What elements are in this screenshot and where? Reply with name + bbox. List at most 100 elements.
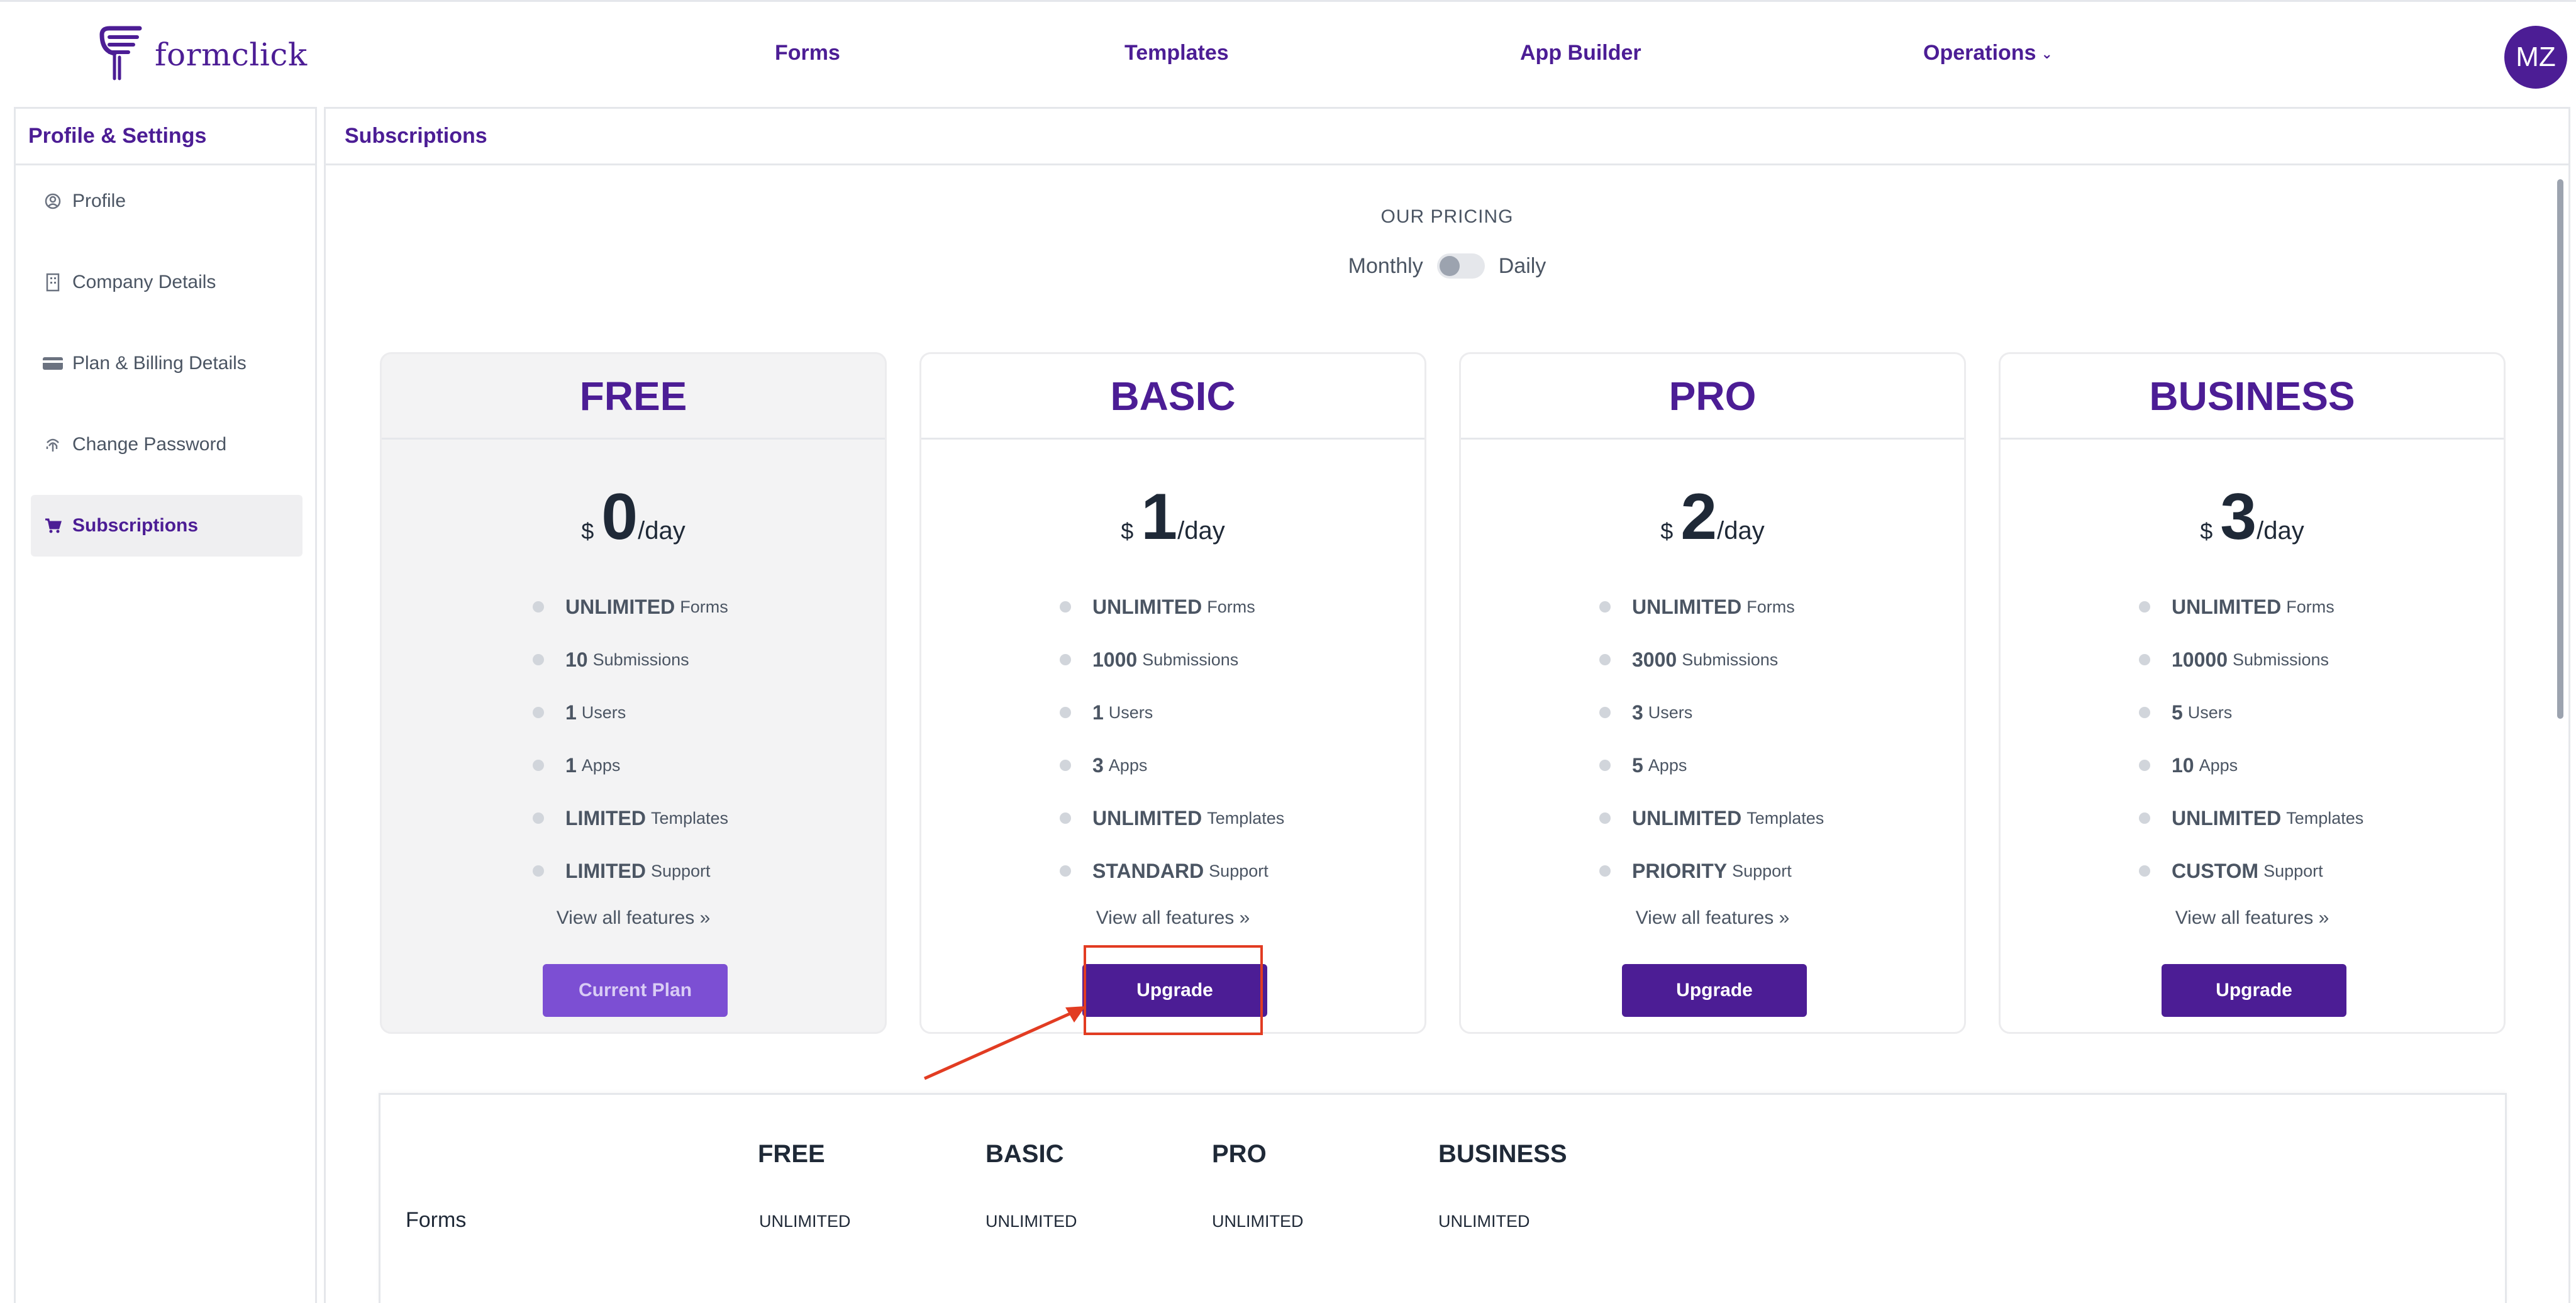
feature-value: 10	[565, 648, 588, 671]
feature-item: UNLIMITED Forms	[1599, 580, 1926, 633]
feature-label: Forms	[680, 597, 728, 616]
nav-forms[interactable]: Forms	[775, 41, 840, 65]
feature-label: Submissions	[2232, 650, 2329, 669]
feature-value: 1000	[1092, 648, 1138, 671]
plan-card-basic: BASIC $ 1 /day UNLIMITED Forms 1000 Submis…	[919, 352, 1426, 1034]
feature-list: UNLIMITED Forms 3000 Submissions 3 Users 5A…	[1599, 580, 1926, 897]
feature-label: Forms	[1746, 597, 1795, 616]
feature-item: UNLIMITED Templates	[1060, 792, 1387, 845]
cart-icon	[42, 515, 64, 536]
comparison-column-business: BUSINESS	[1438, 1140, 1567, 1168]
feature-item: UNLIMITED Forms	[533, 580, 860, 633]
plan-name: BUSINESS	[2001, 354, 2504, 440]
feature-value: LIMITED	[565, 806, 646, 829]
current-plan-button[interactable]: Current Plan	[543, 964, 728, 1017]
view-all-features-link[interactable]: View all features »	[382, 907, 885, 929]
bullet-dot	[1060, 707, 1071, 718]
feature-label: Users	[1648, 702, 1693, 722]
nav-operations[interactable]: Operations ⌄	[1923, 41, 2053, 65]
sidebar-item-plan-billing[interactable]: Plan & Billing Details	[31, 333, 303, 394]
comparison-column-pro: PRO	[1212, 1140, 1267, 1168]
feature-item: 5 Users	[2139, 686, 2466, 739]
bullet-dot	[1599, 865, 1611, 877]
bullet-dot	[533, 812, 544, 824]
bullet-dot	[1060, 760, 1071, 771]
view-all-features-link[interactable]: View all features »	[2001, 907, 2504, 929]
upgrade-pro-button[interactable]: Upgrade	[1622, 964, 1807, 1017]
annotation-highlight-box	[1084, 945, 1263, 1035]
plan-name: FREE	[382, 354, 885, 440]
feature-value: UNLIMITED	[2172, 806, 2282, 829]
feature-item: UNLIMITED Templates	[2139, 792, 2466, 845]
feature-item: 1 Users	[533, 686, 860, 739]
currency-symbol: $	[1660, 518, 1674, 544]
feature-value: 10	[2172, 753, 2194, 777]
feature-item: 10 Apps	[2139, 739, 2466, 792]
feature-item: UNLIMITED Forms	[1060, 580, 1387, 633]
feature-value: UNLIMITED	[1632, 806, 1742, 829]
bullet-dot	[533, 760, 544, 771]
plan-name: BASIC	[921, 354, 1424, 440]
bullet-dot	[533, 865, 544, 877]
view-all-features-link[interactable]: View all features »	[921, 907, 1424, 929]
toggle-label-daily[interactable]: Daily	[1499, 254, 1546, 279]
bullet-dot	[2139, 654, 2150, 665]
user-avatar[interactable]: MZ	[2504, 26, 2567, 89]
feature-item: 1 Apps	[533, 739, 860, 792]
brand-logo[interactable]: formclick	[96, 26, 308, 84]
feature-item: UNLIMITED Forms	[2139, 580, 2466, 633]
feature-value: UNLIMITED	[2172, 595, 2282, 618]
feature-value: 10000	[2172, 648, 2228, 671]
billing-period-toggle[interactable]	[1436, 253, 1485, 279]
bullet-dot	[533, 601, 544, 613]
sidebar-item-company-details[interactable]: Company Details	[31, 252, 303, 313]
feature-label: Forms	[2286, 597, 2334, 616]
feature-value: PRIORITY	[1632, 859, 1728, 882]
bullet-dot	[1060, 812, 1071, 824]
feature-value: 1	[565, 701, 577, 724]
feature-label: Support	[1732, 861, 1792, 880]
feature-item: CUSTOM Support	[2139, 845, 2466, 897]
view-all-features-link[interactable]: View all features »	[1461, 907, 1964, 929]
sidebar-item-profile[interactable]: Profile	[31, 170, 303, 232]
feature-label: Templates	[2286, 808, 2364, 828]
feature-item: PRIORITY Support	[1599, 845, 1926, 897]
feature-item: UNLIMITED Templates	[1599, 792, 1926, 845]
nav-templates[interactable]: Templates	[1124, 41, 1229, 65]
plan-price: $ 2 /day	[1461, 480, 1964, 555]
plan-card-business: BUSINESS $ 3 /day UNLIMITED Forms 10000 Su…	[1999, 352, 2506, 1034]
price-period: /day	[1177, 517, 1225, 545]
sidebar-item-change-password[interactable]: Change Password	[31, 414, 303, 475]
sidebar-item-subscriptions[interactable]: Subscriptions	[31, 495, 303, 557]
page-title: Subscriptions	[326, 109, 2568, 165]
price-amount: 2	[1680, 480, 1718, 553]
formclick-logo-icon	[99, 26, 142, 80]
upgrade-business-button[interactable]: Upgrade	[2162, 964, 2346, 1017]
nav-app-builder[interactable]: App Builder	[1520, 41, 1641, 65]
feature-value: UNLIMITED	[565, 595, 675, 618]
bullet-dot	[1060, 865, 1071, 877]
comparison-column-basic: BASIC	[985, 1140, 1064, 1168]
feature-list: UNLIMITED Forms 10 Submissions 1 Users 1 App…	[533, 580, 860, 897]
comparison-column-free: FREE	[758, 1140, 825, 1168]
bullet-dot	[1060, 601, 1071, 613]
feature-label: Templates	[1746, 808, 1824, 828]
feature-list: UNLIMITED Forms 1000 Submissions 1 Users 3A…	[1060, 580, 1387, 897]
price-period: /day	[2257, 517, 2304, 545]
toggle-label-monthly[interactable]: Monthly	[1348, 254, 1423, 279]
feature-item: STANDARD Support	[1060, 845, 1387, 897]
comparison-cell: UNLIMITED	[1438, 1212, 1530, 1231]
bullet-dot	[1599, 601, 1611, 613]
feature-label: Templates	[650, 808, 729, 828]
nav-operations-label: Operations	[1923, 41, 2036, 65]
feature-label: Apps	[1648, 755, 1687, 775]
feature-item: 1000 Submissions	[1060, 633, 1387, 686]
feature-label: Support	[650, 861, 711, 880]
plan-price: $ 3 /day	[2001, 480, 2504, 555]
bullet-dot	[2139, 865, 2150, 877]
feature-item: 3 Users	[1599, 686, 1926, 739]
sidebar-item-label: Company Details	[72, 272, 216, 292]
feature-label: Submissions	[1682, 650, 1779, 669]
billing-period-toggle-row: Monthly Daily	[326, 253, 2568, 279]
plan-name: PRO	[1461, 354, 1964, 440]
